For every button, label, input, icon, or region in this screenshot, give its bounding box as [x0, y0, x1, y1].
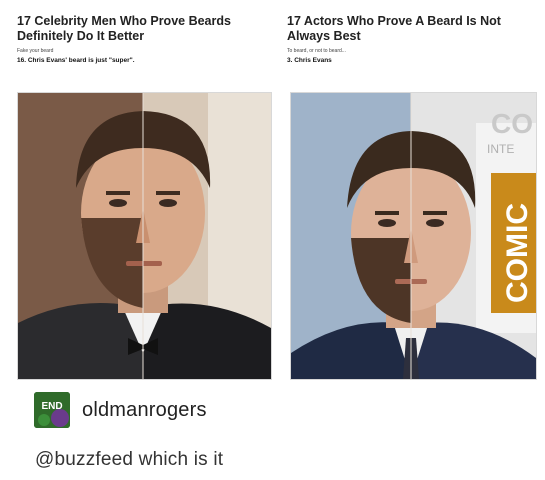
- int-fragment-text: INTE: [487, 142, 514, 156]
- left-article-subtitle: Fake your beard: [17, 48, 54, 54]
- username[interactable]: oldmanrogers: [82, 399, 207, 422]
- post-author-row: END oldmanrogers: [34, 392, 207, 428]
- comic-text: COMIC: [501, 203, 534, 303]
- right-article-subtitle: To beard, or not to beard...: [287, 48, 346, 54]
- con-fragment-text: CO: [491, 108, 533, 139]
- post-comment: @buzzfeed which is it: [35, 449, 224, 470]
- left-article-title[interactable]: 17 Celebrity Men Who Prove Beards Defini…: [17, 14, 273, 44]
- avatar-text: END: [41, 401, 62, 412]
- user-avatar[interactable]: END: [34, 392, 70, 428]
- right-split-face-photo: CO INTE COMIC: [290, 92, 537, 380]
- right-article-item: 3. Chris Evans: [287, 57, 332, 64]
- left-article-header: 17 Celebrity Men Who Prove Beards Defini…: [17, 14, 273, 65]
- left-article-item: 16. Chris Evans' beard is just "super".: [17, 57, 135, 64]
- left-split-face-photo: [17, 92, 272, 380]
- right-article-header: 17 Actors Who Prove A Beard Is Not Alway…: [287, 14, 543, 65]
- right-article-title[interactable]: 17 Actors Who Prove A Beard Is Not Alway…: [287, 14, 543, 44]
